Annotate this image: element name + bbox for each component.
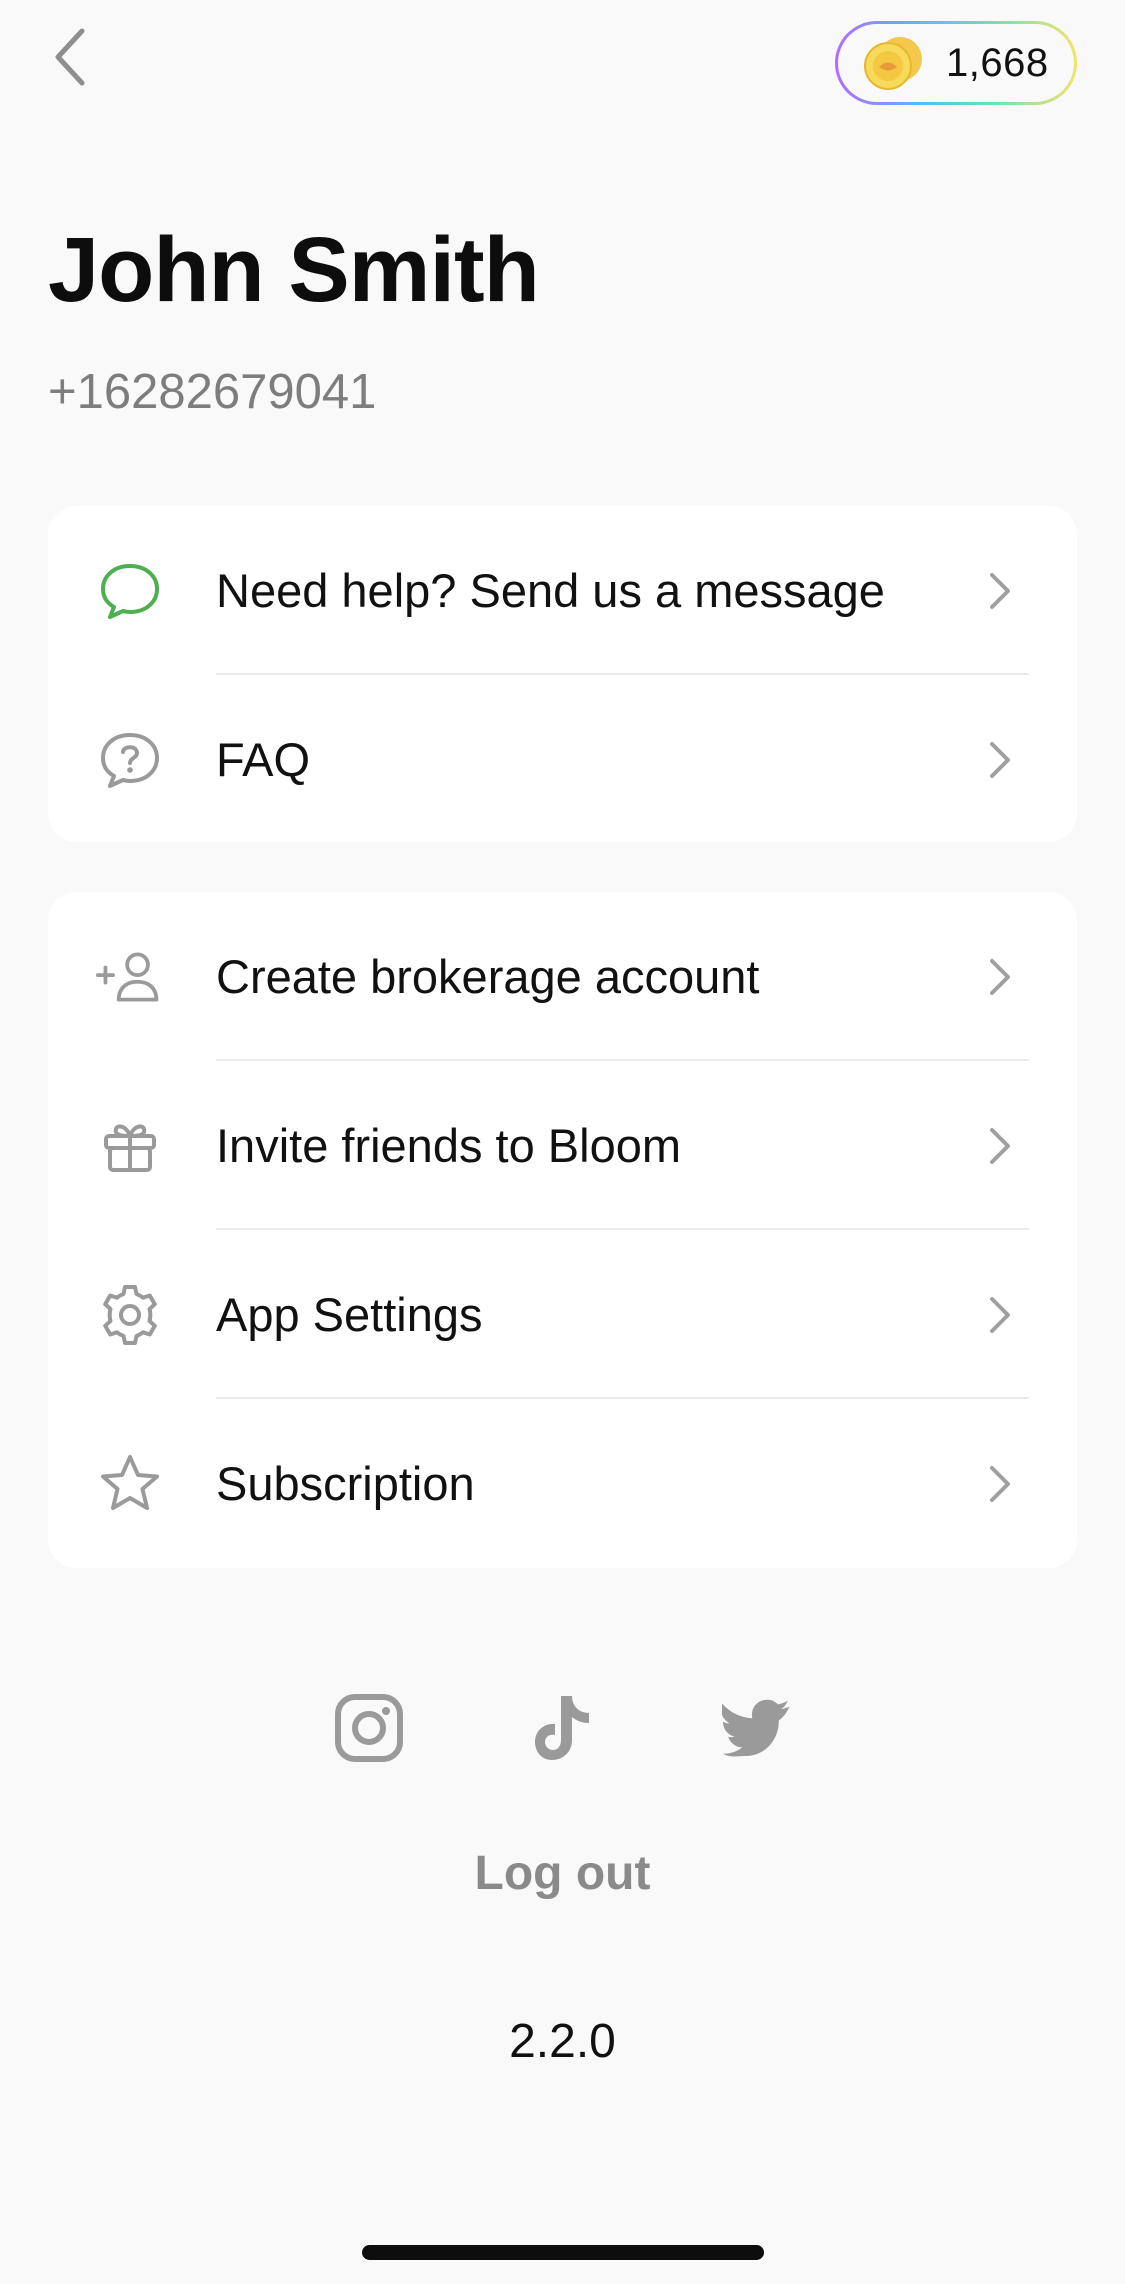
menu-item-label: Subscription [216,1457,475,1510]
logout-button[interactable]: Log out [0,1846,1125,1901]
back-button[interactable] [42,22,98,92]
chevron-right-icon [985,955,1015,999]
menu-item-label: App Settings [216,1288,483,1341]
gear-icon [96,1281,164,1349]
menu-item-label: Need help? Send us a message [216,564,885,617]
menu-item-subscription[interactable]: Subscription [48,1399,1077,1568]
support-card: Need help? Send us a message FAQ [48,506,1077,842]
coin-count: 1,668 [946,40,1049,85]
add-user-icon [96,943,164,1011]
menu-item-app-settings[interactable]: App Settings [48,1230,1077,1399]
menu-item-create-brokerage[interactable]: Create brokerage account [48,892,1077,1061]
menu-item-faq[interactable]: FAQ [48,675,1077,844]
twitter-icon[interactable] [721,1690,792,1766]
app-version: 2.2.0 [509,2015,616,2068]
menu-item-label: Invite friends to Bloom [216,1119,681,1172]
chevron-left-icon [55,28,85,86]
chat-bubble-icon [96,557,164,625]
chevron-right-icon [985,569,1015,613]
chevron-right-icon [985,1462,1015,1506]
home-indicator [362,2245,764,2260]
menu-item-send-message[interactable]: Need help? Send us a message [48,506,1077,675]
account-card: Create brokerage account Invite friends … [48,892,1077,1568]
chevron-right-icon [985,1124,1015,1168]
profile-screen: 1,668 John Smith +16282679041 Need help?… [0,0,1125,2284]
question-bubble-icon [96,726,164,794]
coin-stack-icon [864,37,922,90]
profile-phone: +16282679041 [48,365,377,419]
star-icon [96,1450,164,1518]
menu-item-label: Create brokerage account [216,950,760,1003]
chevron-right-icon [985,1293,1015,1337]
gift-icon [96,1112,164,1180]
menu-item-invite-friends[interactable]: Invite friends to Bloom [48,1061,1077,1230]
instagram-icon[interactable] [334,1690,404,1766]
social-links [0,1690,1125,1766]
chevron-right-icon [985,738,1015,782]
menu-item-label: FAQ [216,733,311,786]
coin-balance-pill[interactable]: 1,668 [835,21,1077,105]
tiktok-icon[interactable] [528,1690,598,1766]
profile-name: John Smith [48,219,540,321]
